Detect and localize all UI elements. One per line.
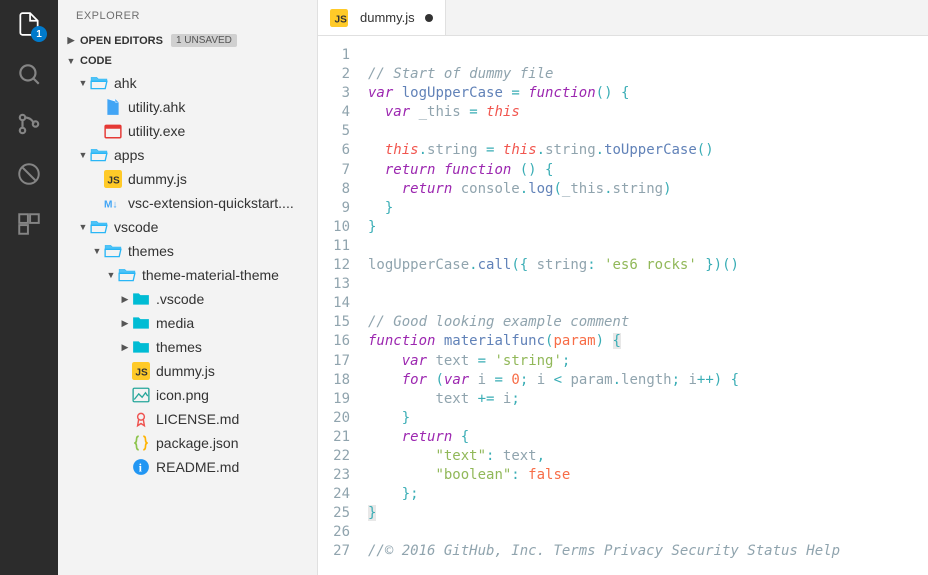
open-editors-label: OPEN EDITORS <box>80 35 163 47</box>
svg-text:M↓: M↓ <box>104 200 117 211</box>
tree-item-label: ahk <box>114 75 137 91</box>
tree-item-label: theme-material-theme <box>142 267 279 283</box>
workspace-label: CODE <box>80 55 112 67</box>
folder-item[interactable]: ▶ .vscode <box>58 287 317 311</box>
tree-item-label: package.json <box>156 435 239 451</box>
folder-open-icon <box>104 242 122 260</box>
folder-open-icon <box>90 146 108 164</box>
line-gutter: 1234567891011121314151617181920212223242… <box>318 46 368 575</box>
source-control-icon[interactable] <box>15 110 43 138</box>
svg-text:i: i <box>139 463 142 475</box>
dirty-indicator <box>425 14 433 22</box>
folder-closed-icon <box>132 338 150 356</box>
tree-item-label: dummy.js <box>128 171 187 187</box>
exe-icon <box>104 122 122 140</box>
folder-closed-icon <box>132 290 150 308</box>
folder-item[interactable]: ▶ themes <box>58 335 317 359</box>
folder-item[interactable]: ▼ theme-material-theme <box>58 263 317 287</box>
twisty-icon: ▼ <box>76 222 90 232</box>
md-dn-icon: M↓ <box>104 194 122 212</box>
file-item[interactable]: utility.exe <box>58 119 317 143</box>
twisty-icon: ▼ <box>90 246 104 256</box>
folder-open-icon <box>90 218 108 236</box>
unsaved-badge: 1 UNSAVED <box>171 34 237 47</box>
editor-tab[interactable]: JS dummy.js <box>318 0 446 35</box>
folder-item[interactable]: ▼ ahk <box>58 71 317 95</box>
file-item[interactable]: M↓ vsc-extension-quickstart.... <box>58 191 317 215</box>
tree-item-label: utility.ahk <box>128 99 185 115</box>
twisty-icon: ▼ <box>104 270 118 280</box>
folder-closed-icon <box>132 314 150 332</box>
tree-item-label: README.md <box>156 459 239 475</box>
file-tree: ▼ ahk utility.ahk utility.exe ▼ apps JS dummy.j… <box>58 71 317 575</box>
code-editor[interactable]: 1234567891011121314151617181920212223242… <box>318 36 928 575</box>
svg-text:JS: JS <box>107 176 120 187</box>
tree-item-label: .vscode <box>156 291 204 307</box>
tree-item-label: utility.exe <box>128 123 185 139</box>
tree-item-label: media <box>156 315 194 331</box>
tab-bar: JS dummy.js <box>318 0 928 36</box>
js-icon: JS <box>104 170 122 188</box>
tree-item-label: themes <box>128 243 174 259</box>
js-icon: JS <box>132 362 150 380</box>
explorer-sidebar: EXPLORER ▶ OPEN EDITORS 1 UNSAVED ▼ CODE… <box>58 0 318 575</box>
tree-item-label: LICENSE.md <box>156 411 239 427</box>
js-file-icon: JS <box>330 9 348 27</box>
tree-item-label: themes <box>156 339 202 355</box>
folder-item[interactable]: ▶ media <box>58 311 317 335</box>
file-item[interactable]: JS dummy.js <box>58 167 317 191</box>
json-icon <box>132 434 150 452</box>
twisty-icon: ▶ <box>118 294 132 305</box>
files-icon[interactable]: 1 <box>15 10 43 38</box>
svg-text:JS: JS <box>135 368 148 379</box>
tree-item-label: apps <box>114 147 144 163</box>
folder-open-icon <box>118 266 136 284</box>
twisty-icon: ▶ <box>118 318 132 329</box>
folder-item[interactable]: ▼ themes <box>58 239 317 263</box>
editor-area: JS dummy.js 1234567891011121314151617181… <box>318 0 928 575</box>
twisty-icon: ▼ <box>76 78 90 88</box>
png-icon <box>132 386 150 404</box>
sidebar-title: EXPLORER <box>58 0 317 30</box>
file-item[interactable]: package.json <box>58 431 317 455</box>
file-item[interactable]: JS dummy.js <box>58 359 317 383</box>
folder-item[interactable]: ▼ vscode <box>58 215 317 239</box>
readme-icon: i <box>132 458 150 476</box>
open-editors-header[interactable]: ▶ OPEN EDITORS 1 UNSAVED <box>58 30 317 51</box>
tab-filename: dummy.js <box>360 10 415 25</box>
file-item[interactable]: i README.md <box>58 455 317 479</box>
svg-text:JS: JS <box>335 14 348 25</box>
workspace-header[interactable]: ▼ CODE <box>58 51 317 71</box>
extensions-icon[interactable] <box>15 210 43 238</box>
code-content[interactable]: // Start of dummy filevar logUpperCase =… <box>368 46 928 575</box>
license-icon <box>132 410 150 428</box>
file-item[interactable]: icon.png <box>58 383 317 407</box>
twisty-icon: ▼ <box>76 150 90 160</box>
chevron-down-icon: ▼ <box>64 56 78 66</box>
file-item[interactable]: LICENSE.md <box>58 407 317 431</box>
debug-icon[interactable] <box>15 160 43 188</box>
folder-open-icon <box>90 74 108 92</box>
tree-item-label: icon.png <box>156 387 209 403</box>
chevron-right-icon: ▶ <box>64 35 78 46</box>
ahk-icon <box>104 98 122 116</box>
tree-item-label: dummy.js <box>156 363 215 379</box>
twisty-icon: ▶ <box>118 342 132 353</box>
files-badge: 1 <box>31 26 47 42</box>
search-icon[interactable] <box>15 60 43 88</box>
tree-item-label: vscode <box>114 219 158 235</box>
folder-item[interactable]: ▼ apps <box>58 143 317 167</box>
file-item[interactable]: utility.ahk <box>58 95 317 119</box>
activity-bar: 1 <box>0 0 58 575</box>
tree-item-label: vsc-extension-quickstart.... <box>128 195 294 211</box>
